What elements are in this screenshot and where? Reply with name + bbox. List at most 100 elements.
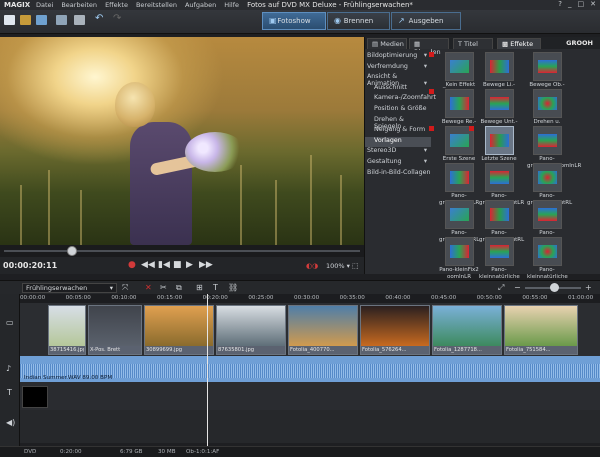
delete-icon[interactable]: ✕	[145, 283, 152, 292]
effect-category-item[interactable]: Bildoptimierung ▾	[365, 52, 431, 62]
play-icon[interactable]: ▶	[186, 260, 193, 270]
effect-preset[interactable]: _Kein Effekt	[429, 52, 479, 89]
effect-category-item[interactable]: Verfremdung ▾	[365, 63, 431, 73]
effect-preset[interactable]: Erste Szene	[429, 126, 479, 163]
timeline-clip[interactable]: Fotolia_751584...	[504, 305, 578, 355]
tab-medien[interactable]: ▤ Medien	[367, 38, 407, 49]
playhead[interactable]	[207, 294, 208, 446]
properties-icon[interactable]	[74, 15, 85, 25]
brand-logo: GROOH	[566, 39, 593, 47]
mouse-mode-icon[interactable]: ⤧	[122, 283, 128, 293]
project-select[interactable]: Frühlingserwachen ▾	[22, 283, 117, 293]
effect-category-item[interactable]: Drehen & Spiegeln	[365, 116, 431, 130]
ruler-tick-label: 00:35:00	[339, 295, 365, 301]
tab-effekte[interactable]: ▩ Effekte	[497, 38, 541, 49]
effect-category-item[interactable]: Gestaltung ▾	[365, 158, 431, 168]
zoom-select[interactable]: 100% ▾	[326, 262, 350, 270]
menu-effekte[interactable]: Effekte	[101, 1, 132, 9]
effect-category-item[interactable]: Bild-in-Bild-Collagen	[365, 169, 431, 179]
scrubber-track	[4, 250, 360, 252]
effect-category-item[interactable]: Neigung & Form	[365, 126, 431, 136]
text-icon[interactable]: T	[213, 283, 218, 292]
new-file-icon[interactable]	[4, 15, 15, 25]
track-lock-icon[interactable]: ▭	[6, 318, 14, 327]
mode-ausgeben-button[interactable]: ↗ Ausgeben	[391, 12, 461, 30]
cut-icon[interactable]: ✂	[160, 283, 167, 292]
fit-zoom-icon[interactable]: ⤢	[498, 283, 504, 293]
save-icon[interactable]	[56, 15, 67, 25]
title-bar: MAGIX Datei Bearbeiten Effekte Bereitste…	[0, 0, 600, 10]
effect-thumbnail-icon	[484, 126, 514, 155]
record-icon[interactable]: ●	[128, 260, 136, 270]
audio-track[interactable]: Indian Summer.WAV 89.00 BPM	[20, 356, 600, 382]
media-pool-tabs: ▤ Medien ▦ Blenden T Titel ▩ Effekte GRO…	[365, 37, 600, 56]
tab-titel[interactable]: T Titel	[453, 38, 493, 49]
close-icon[interactable]: ✕	[590, 0, 596, 8]
clip-thumbnail	[89, 306, 141, 346]
link-icon[interactable]: ⛓	[228, 283, 238, 292]
zoom-slider-handle[interactable]	[550, 283, 559, 292]
maximize-icon[interactable]: □	[578, 0, 585, 8]
effect-preset[interactable]: Letzte Szene	[469, 126, 519, 163]
status-bar: DVD 0:20:00 6:79 GB 30 MB Ob-1:0:1:AF	[0, 446, 600, 457]
help-icon[interactable]: ?	[558, 0, 562, 8]
status-position: Ob-1:0:1:AF	[186, 449, 220, 455]
undo-icon[interactable]: ↶	[95, 13, 106, 24]
timeline-clip[interactable]: 87635801.jpg	[216, 305, 286, 355]
timeline-clip[interactable]: X-Pos. Brett	[88, 305, 142, 355]
status-memory: 30 MB	[158, 449, 176, 455]
preview-scrubber[interactable]	[0, 245, 364, 257]
folder-icon: ▤	[372, 40, 381, 48]
stop-icon[interactable]: ■	[173, 260, 182, 270]
ruler-tick-label: 00:30:00	[294, 295, 320, 301]
timeline-clip[interactable]: Fotolia_576264...	[360, 305, 430, 355]
prev-marker-icon[interactable]: ▮◀	[158, 260, 170, 270]
menu-datei[interactable]: Datei	[32, 1, 57, 9]
fullscreen-icon[interactable]: ⬚	[352, 262, 359, 270]
stereo3d-glasses-icon[interactable]: ◐◑	[306, 262, 318, 270]
tab-blenden[interactable]: ▦ Blenden	[409, 38, 449, 56]
open-folder-icon[interactable]	[20, 15, 31, 25]
timeline-clip[interactable]: 30899699.jpg	[144, 305, 214, 355]
black-clip[interactable]	[22, 386, 48, 408]
effect-category-item[interactable]: Ansicht & Animation ▾	[365, 73, 431, 87]
audio-track-icon[interactable]: ♪	[6, 364, 11, 373]
timeline-clip[interactable]: Fotolia_400770...	[288, 305, 358, 355]
chevron-down-icon: ▾	[109, 284, 113, 292]
speaker-icon[interactable]: ◀)	[6, 418, 15, 427]
insert-icon[interactable]: ⊞	[196, 283, 203, 292]
minimize-icon[interactable]: _	[568, 0, 572, 8]
rewind-icon[interactable]: ◀◀	[141, 260, 155, 270]
effect-category-item[interactable]: Vorlagen	[365, 136, 431, 147]
timeline-ruler[interactable]: 00:00:00 00:05:00 00:10:00 00:15:00 00:20:00…	[20, 294, 600, 303]
title-track-icon[interactable]: T	[7, 388, 12, 397]
effect-thumbnail-icon	[484, 89, 514, 118]
mode-fotoshow-button[interactable]: ▣ Fotoshow	[262, 12, 326, 30]
clip-name: Fotolia_751584...	[506, 347, 551, 353]
zoom-out-icon[interactable]: −	[514, 283, 521, 292]
import-icon[interactable]	[36, 15, 47, 25]
timeline-clip[interactable]: 38715416.jpg	[48, 305, 86, 355]
ruler-tick-label: 01:00:00	[568, 295, 594, 301]
effect-preset[interactable]: Pano-kleinFix2 oomInLR	[439, 237, 479, 281]
window-controls: ? _ □ ✕	[558, 0, 596, 8]
ruler-tick-label: 00:25:00	[248, 295, 274, 301]
effect-thumbnail-icon	[444, 89, 474, 118]
timeline-clip[interactable]: Fotolia_1287718...	[432, 305, 502, 355]
group-icon[interactable]: ⧉	[176, 283, 182, 293]
menu-bearbeiten[interactable]: Bearbeiten	[57, 1, 101, 9]
effect-category-item[interactable]: Kamera-/Zoomfahrt	[365, 94, 436, 104]
audio-clip-label: Indian Summer.WAV 89.00 BPM	[24, 375, 113, 381]
effect-category-item[interactable]: Ausschnitt	[365, 84, 431, 94]
effect-thumbnail-icon	[532, 163, 562, 192]
zoom-in-icon[interactable]: +	[585, 283, 592, 292]
mode-brennen-button[interactable]: ◉ Brennen	[327, 12, 390, 30]
scrubber-handle[interactable]	[66, 246, 77, 256]
effect-category-item[interactable]: Stereo3D ▾	[365, 147, 431, 157]
clip-thumbnail	[217, 306, 285, 346]
menu-bereitstellen[interactable]: Bereitstellen	[132, 1, 181, 9]
effect-category-item[interactable]: Position & Größe	[365, 105, 431, 115]
redo-icon[interactable]: ↷	[113, 13, 124, 24]
clip-name: 38715416.jpg	[50, 347, 84, 353]
fast-forward-icon[interactable]: ▶▶	[199, 260, 213, 270]
